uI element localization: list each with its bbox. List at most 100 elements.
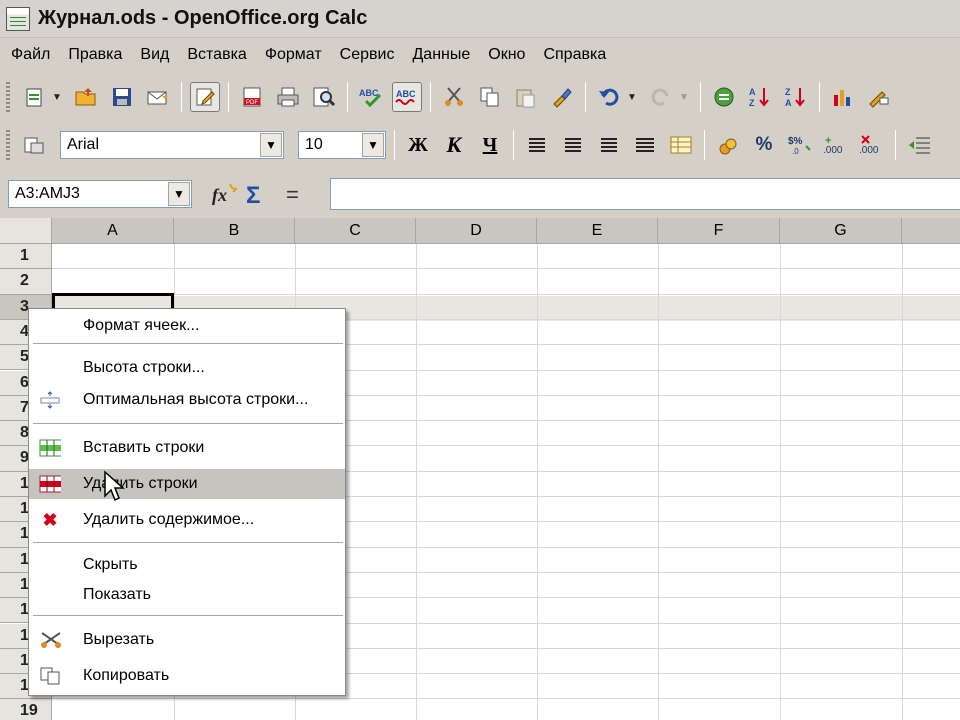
font-name-value: Arial <box>67 136 100 153</box>
decrease-indent-icon[interactable] <box>904 130 934 160</box>
toolbar-grip[interactable] <box>6 82 10 112</box>
menu-item-copy[interactable]: Копировать <box>29 661 345 691</box>
align-right-icon[interactable] <box>594 130 624 160</box>
menu-edit[interactable]: Правка <box>59 46 131 64</box>
standard-format-icon[interactable]: $% .0 <box>785 130 815 160</box>
edit-file-icon[interactable] <box>190 82 220 112</box>
toolbar-separator <box>895 130 896 160</box>
email-icon[interactable] <box>143 82 173 112</box>
menu-item-optimal-row-height[interactable]: Оптимальная высота строки... <box>29 385 345 415</box>
column-header-c[interactable]: C <box>295 218 416 244</box>
merge-cells-icon[interactable] <box>666 130 696 160</box>
menu-format[interactable]: Формат <box>256 46 331 64</box>
formula-bar: A3:AMJ3 ▼ fx Σ = <box>0 170 960 216</box>
menu-item-label: Скрыть <box>83 556 138 573</box>
undo-dropdown-arrow-icon[interactable]: ▼ <box>627 92 639 103</box>
calc-window: { "window": {"title": "Журнал.ods - Open… <box>0 0 960 720</box>
menu-window[interactable]: Окно <box>479 46 534 64</box>
menu-item-label: Удалить содержимое... <box>83 511 255 528</box>
menu-item-insert-rows[interactable]: Вставить строки <box>29 433 345 463</box>
new-document-icon[interactable] <box>19 82 49 112</box>
menu-tools[interactable]: Сервис <box>331 46 404 64</box>
menu-item-row-height[interactable]: Высота строки... <box>29 353 345 383</box>
draw-functions-icon[interactable] <box>864 82 894 112</box>
select-all-corner[interactable] <box>0 218 52 244</box>
chevron-down-icon[interactable]: ▼ <box>168 182 190 206</box>
menu-file[interactable]: Файл <box>2 46 59 64</box>
export-pdf-icon[interactable]: PDF <box>237 82 267 112</box>
add-decimal-icon[interactable]: .000 + <box>821 130 851 160</box>
svg-text:ABC: ABC <box>396 89 416 99</box>
function-wizard-icon[interactable]: fx <box>210 182 238 211</box>
name-box[interactable]: A3:AMJ3 ▼ <box>8 180 192 208</box>
open-folder-icon[interactable] <box>71 82 101 112</box>
chevron-down-icon[interactable]: ▼ <box>260 133 282 157</box>
menu-item-show[interactable]: Показать <box>29 580 345 610</box>
paste-icon[interactable] <box>511 82 541 112</box>
formula-input[interactable] <box>330 178 960 210</box>
window-title: Журнал.ods - OpenOffice.org Calc <box>38 7 368 29</box>
align-center-icon[interactable] <box>558 130 588 160</box>
italic-button[interactable]: К <box>439 130 469 160</box>
save-icon[interactable] <box>107 82 137 112</box>
sum-icon[interactable]: Σ <box>246 182 260 210</box>
column-header-b[interactable]: B <box>174 218 295 244</box>
bold-button[interactable]: Ж <box>403 130 433 160</box>
row-header[interactable]: 2 <box>0 269 52 295</box>
auto-spellcheck-icon[interactable]: ABC <box>392 82 422 112</box>
menu-view[interactable]: Вид <box>131 46 178 64</box>
svg-text:ABC: ABC <box>359 88 379 98</box>
insert-chart-icon[interactable] <box>828 82 858 112</box>
sort-ascending-icon[interactable]: AZ <box>745 82 775 112</box>
currency-icon[interactable] <box>713 130 743 160</box>
grid-row-line <box>52 268 960 270</box>
svg-text:.0: .0 <box>792 147 799 156</box>
menu-insert[interactable]: Вставка <box>178 46 255 64</box>
row-header[interactable]: 19 <box>0 699 52 720</box>
print-icon[interactable] <box>273 82 303 112</box>
copy-icon[interactable] <box>475 82 505 112</box>
svg-text:Z: Z <box>749 98 755 108</box>
column-header-g[interactable]: G <box>780 218 902 244</box>
menu-item-format-cells[interactable]: Формат ячеек... <box>29 311 345 341</box>
new-dropdown-arrow-icon[interactable]: ▼ <box>52 92 64 103</box>
underline-button[interactable]: Ч <box>475 130 505 160</box>
column-header-e[interactable]: E <box>537 218 658 244</box>
column-header-a[interactable]: A <box>52 218 174 244</box>
column-header-next[interactable] <box>902 218 960 244</box>
column-header-f[interactable]: F <box>658 218 780 244</box>
menu-item-delete-rows[interactable]: Удалить строки <box>29 469 345 499</box>
undo-icon[interactable] <box>594 82 624 112</box>
chevron-down-icon[interactable]: ▼ <box>362 133 384 157</box>
menu-item-delete-contents[interactable]: ✖ Удалить содержимое... <box>29 505 345 535</box>
delete-decimal-icon[interactable]: .000 <box>857 130 887 160</box>
font-size-combobox[interactable]: 10 ▼ <box>298 131 386 159</box>
font-name-combobox[interactable]: Arial ▼ <box>60 131 284 159</box>
row-header[interactable]: 1 <box>0 244 52 270</box>
svg-text:PDF: PDF <box>246 100 258 106</box>
menu-item-label: Копировать <box>83 667 170 684</box>
redo-dropdown-arrow-icon[interactable]: ▼ <box>679 92 691 103</box>
align-left-icon[interactable] <box>522 130 552 160</box>
redo-icon[interactable] <box>646 82 676 112</box>
clone-formatting-icon[interactable] <box>547 82 577 112</box>
insert-rows-icon <box>39 439 61 457</box>
sort-descending-icon[interactable]: ZA <box>781 82 811 112</box>
toolbar-grip[interactable] <box>6 130 10 160</box>
menu-data[interactable]: Данные <box>403 46 479 64</box>
justify-icon[interactable] <box>630 130 660 160</box>
menu-item-cut[interactable]: Вырезать <box>29 625 345 655</box>
menu-item-label: Вырезать <box>83 631 155 648</box>
menu-separator <box>33 615 343 616</box>
menu-item-hide[interactable]: Скрыть <box>29 550 345 580</box>
percent-icon[interactable]: % <box>749 130 779 160</box>
menu-help[interactable]: Справка <box>534 46 615 64</box>
standard-toolbar: ▼ PDF ABC ABC ▼ ▼ AZ ZA <box>0 74 960 120</box>
styles-formatting-icon[interactable] <box>19 130 49 160</box>
function-icon[interactable]: = <box>286 182 299 208</box>
cut-icon[interactable] <box>439 82 469 112</box>
navigator-icon[interactable] <box>709 82 739 112</box>
page-preview-icon[interactable] <box>309 82 339 112</box>
spellcheck-icon[interactable]: ABC <box>356 82 386 112</box>
column-header-d[interactable]: D <box>416 218 537 244</box>
